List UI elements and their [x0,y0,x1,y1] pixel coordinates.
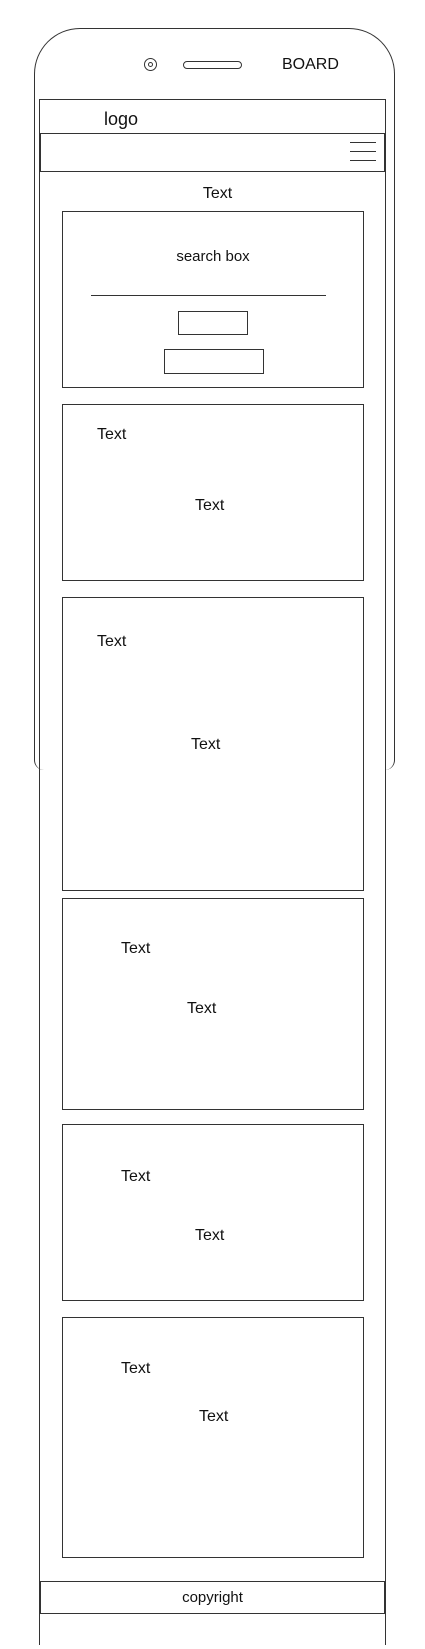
speaker-icon [183,61,242,69]
hamburger-menu-icon[interactable] [350,140,376,164]
card-heading: Text [121,1360,151,1377]
copyright-text: copyright [182,1589,243,1606]
card-body: Text [195,1227,225,1244]
card-body: Text [195,497,225,514]
phone-frame-right-curve [385,700,395,770]
card-heading: Text [121,1168,151,1185]
board-label: BOARD [282,56,339,73]
logo[interactable]: logo [104,109,138,130]
page-title: Text [202,185,233,202]
card-heading: Text [121,940,151,957]
card-heading: Text [97,426,127,443]
search-label: search box [176,248,250,265]
secondary-button[interactable] [164,349,264,374]
card-body: Text [191,736,221,753]
camera-icon [144,58,157,71]
card-heading: Text [97,633,127,650]
card-body: Text [199,1408,229,1425]
nav-bar [40,133,385,172]
content-card[interactable] [62,1317,364,1558]
content-card[interactable] [62,1124,364,1301]
search-input[interactable] [91,295,326,297]
search-button[interactable] [178,311,248,335]
card-body: Text [187,1000,217,1017]
